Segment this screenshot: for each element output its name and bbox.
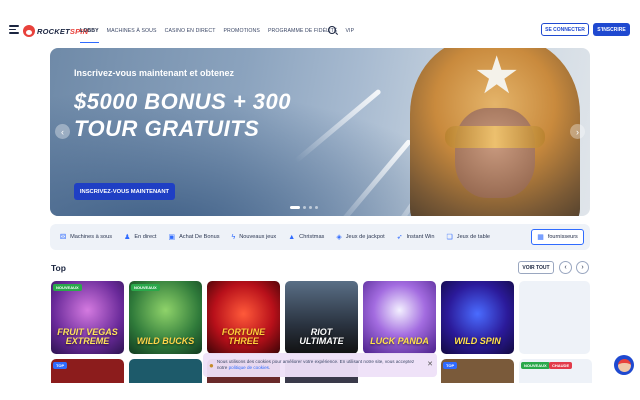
nav-promotions[interactable]: Promotions bbox=[223, 18, 259, 44]
game-tile[interactable]: Riot Ultimate bbox=[285, 281, 358, 354]
nav-loyalty[interactable]: Programme de fidélité bbox=[268, 18, 338, 44]
game-tile[interactable]: NOUVEAUX Wild Bucks bbox=[129, 281, 202, 354]
game-tile[interactable]: TOP bbox=[51, 359, 124, 383]
cookie-banner: ● Nous utilisons des cookies pour amélio… bbox=[203, 353, 437, 377]
top-badge: TOP bbox=[443, 362, 458, 369]
signup-button[interactable]: S'INSCRIRE bbox=[593, 23, 630, 36]
carousel-dots bbox=[290, 206, 318, 209]
search-icon[interactable] bbox=[328, 26, 336, 34]
cookie-icon: ● bbox=[209, 360, 214, 370]
buy-bonus-icon: ▣ bbox=[168, 234, 176, 241]
top-header: ROCKETSPIN Lobby Machines à sous Casino … bbox=[0, 18, 640, 44]
grid-icon: ▦ bbox=[537, 234, 544, 241]
new-badge: NOUVEAUX bbox=[521, 362, 550, 369]
category-new-games[interactable]: ϟ Nouveaux jeux bbox=[232, 234, 277, 241]
game-tile[interactable]: NOUVEAUX Fruit Vegas Extreme bbox=[51, 281, 124, 354]
tree-icon: ▲ bbox=[288, 233, 296, 241]
cards-icon: ❏ bbox=[446, 234, 453, 241]
slot-machine-icon: ⚄ bbox=[60, 234, 67, 241]
hero-title: $5000 BONUS + 300 TOUR GRATUITS bbox=[74, 89, 292, 141]
chevron-left-icon[interactable]: ‹ bbox=[559, 261, 572, 274]
category-christmas[interactable]: ▲ Christmas bbox=[288, 234, 324, 241]
game-title: Fortune Three bbox=[221, 327, 266, 346]
mascot-icon bbox=[23, 25, 35, 37]
support-avatar-icon bbox=[617, 358, 631, 372]
game-tile[interactable] bbox=[129, 359, 202, 383]
game-tile[interactable]: Luck Panda bbox=[363, 281, 436, 354]
hamburger-menu-icon[interactable] bbox=[9, 25, 19, 34]
section-title-top: Top bbox=[51, 263, 66, 273]
chevron-right-icon[interactable]: › bbox=[570, 124, 585, 139]
lightning-icon: ϟ bbox=[231, 233, 236, 241]
nav-lobby[interactable]: Lobby bbox=[80, 18, 99, 44]
game-tile[interactable]: TOP bbox=[441, 359, 514, 383]
nav-live-casino[interactable]: Casino en direct bbox=[165, 18, 216, 44]
hero-banner[interactable]: ★ Inscrivez-vous maintenant et obtenez $… bbox=[50, 48, 590, 216]
category-bar: ⚄ Machines à sous ♟ En direct ▣ Achat De Bo… bbox=[50, 224, 590, 250]
game-title: Wild Bucks bbox=[136, 336, 195, 346]
superhero-visor bbox=[445, 126, 545, 148]
superhero-face bbox=[455, 108, 535, 198]
chevron-right-icon[interactable]: › bbox=[576, 261, 589, 274]
new-badge: NOUVEAUX bbox=[53, 284, 82, 291]
new-badge: NOUVEAUX bbox=[131, 284, 160, 291]
cookie-policy-link[interactable]: politique de cookies bbox=[229, 365, 269, 370]
cookie-text: Nous utilisons des cookies pour améliore… bbox=[216, 358, 415, 371]
carousel-dot[interactable] bbox=[303, 206, 306, 209]
category-live[interactable]: ♟ En direct bbox=[124, 233, 156, 241]
game-tile[interactable]: NOUVEAUX CHAUDE bbox=[519, 359, 592, 383]
category-slots[interactable]: ⚄ Machines à sous bbox=[60, 233, 112, 241]
category-buy-bonus[interactable]: ▣ Achat De Bonus bbox=[168, 233, 219, 241]
support-chat-button[interactable] bbox=[614, 355, 634, 375]
category-table-games[interactable]: ❏ Jeux de table bbox=[446, 233, 490, 241]
star-icon: ★ bbox=[473, 48, 520, 105]
carousel-dot[interactable] bbox=[315, 206, 318, 209]
nav-vip[interactable]: VIP bbox=[345, 18, 354, 44]
game-tile[interactable]: Fortune Three bbox=[207, 281, 280, 354]
hero-subtitle: Inscrivez-vous maintenant et obtenez bbox=[74, 68, 235, 78]
carousel-dot[interactable] bbox=[290, 206, 300, 209]
login-button[interactable]: SE CONNECTER bbox=[541, 23, 589, 36]
hot-badge: CHAUDE bbox=[549, 362, 573, 369]
top-badge: TOP bbox=[53, 362, 68, 369]
game-title: Luck Panda bbox=[370, 336, 429, 346]
logo[interactable]: ROCKETSPIN bbox=[23, 21, 88, 41]
see-all-button[interactable]: VOIR TOUT bbox=[518, 261, 554, 274]
main-nav: Lobby Machines à sous Casino en direct P… bbox=[80, 18, 362, 44]
category-instant-win[interactable]: ➶ Instant Win bbox=[397, 233, 435, 241]
game-title: Riot Ultimate bbox=[299, 327, 344, 346]
game-title: Fruit Vegas Extreme bbox=[57, 327, 118, 346]
category-jackpot[interactable]: ◈ Jeux de jackpot bbox=[336, 233, 384, 241]
chevron-left-icon[interactable]: ‹ bbox=[55, 124, 70, 139]
hero-signup-button[interactable]: INSCRIVEZ-VOUS MAINTENANT bbox=[74, 183, 175, 200]
close-icon[interactable]: ✕ bbox=[427, 360, 433, 368]
jackpot-icon: ◈ bbox=[336, 234, 342, 241]
carousel-dot[interactable] bbox=[309, 206, 312, 209]
game-title: Wild Spin bbox=[454, 336, 501, 346]
providers-button[interactable]: ▦ fournisseurs bbox=[531, 229, 584, 245]
live-icon: ♟ bbox=[124, 234, 131, 241]
game-tile[interactable]: Wild Spin bbox=[441, 281, 514, 354]
game-tile-placeholder bbox=[519, 281, 590, 354]
nav-slots[interactable]: Machines à sous bbox=[107, 18, 157, 44]
rocket-icon: ➶ bbox=[396, 234, 403, 241]
